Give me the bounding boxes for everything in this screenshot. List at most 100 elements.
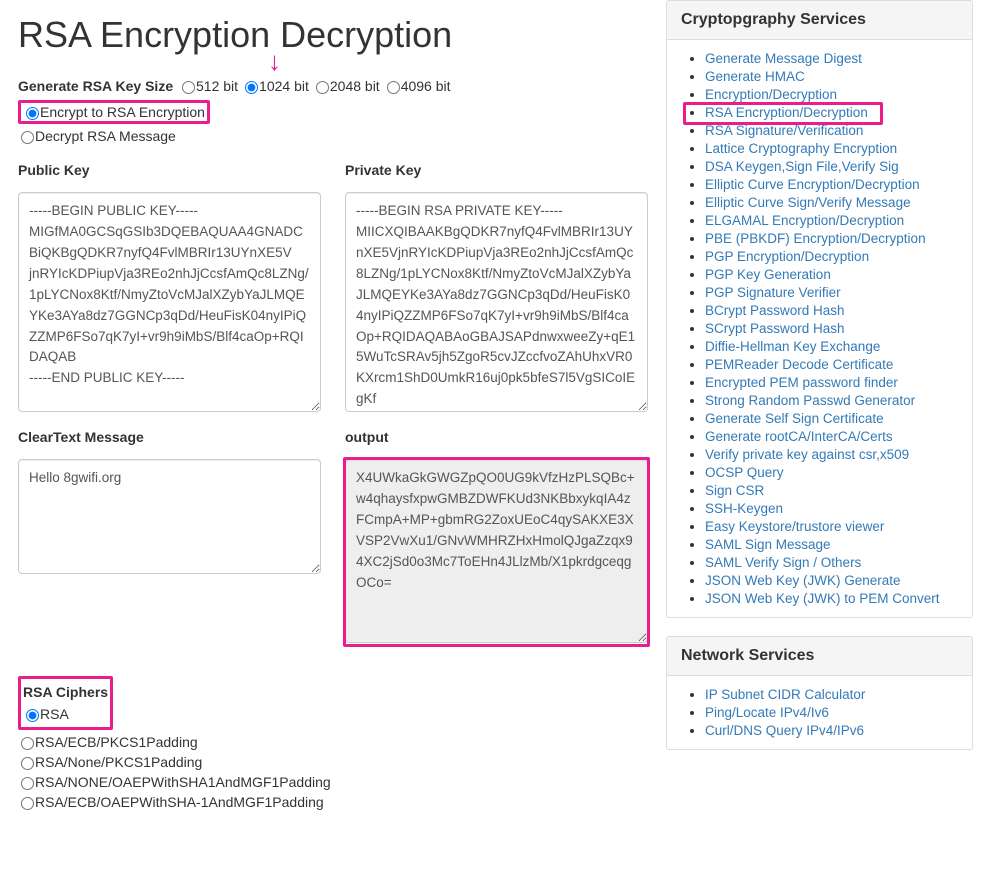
sidebar-link[interactable]: Easy Keystore/trustore viewer xyxy=(705,519,884,534)
sidebar-item: Curl/DNS Query IPv4/IPv6 xyxy=(705,723,972,738)
sidebar-item: Sign CSR xyxy=(705,483,972,498)
mode-radio-encrypt[interactable] xyxy=(26,107,39,120)
sidebar-link[interactable]: RSA Encryption/Decryption xyxy=(705,105,868,120)
sidebar-link[interactable]: Elliptic Curve Encryption/Decryption xyxy=(705,177,920,192)
sidebar-link[interactable]: Strong Random Passwd Generator xyxy=(705,393,915,408)
sidebar-item: Elliptic Curve Encryption/Decryption xyxy=(705,177,972,192)
cipher-radio-3[interactable] xyxy=(21,777,34,790)
cipher-radio-0[interactable] xyxy=(26,709,39,722)
sidebar-item: Generate Message Digest xyxy=(705,51,972,66)
sidebar-item: SAML Verify Sign / Others xyxy=(705,555,972,570)
sidebar-link[interactable]: SAML Sign Message xyxy=(705,537,831,552)
sidebar-link[interactable]: PGP Signature Verifier xyxy=(705,285,841,300)
sidebar-link[interactable]: Diffie-Hellman Key Exchange xyxy=(705,339,880,354)
cipher-radio-label: RSA/ECB/PKCS1Padding xyxy=(35,734,198,750)
sidebar-link[interactable]: JSON Web Key (JWK) Generate xyxy=(705,573,901,588)
sidebar-item: PEMReader Decode Certificate xyxy=(705,357,972,372)
rsa-ciphers-title: RSA Ciphers xyxy=(23,684,108,700)
sidebar-link[interactable]: OCSP Query xyxy=(705,465,784,480)
sidebar-item: PBE (PBKDF) Encryption/Decryption xyxy=(705,231,972,246)
private-key-textarea[interactable] xyxy=(345,192,648,412)
sidebar-link[interactable]: Ping/Locate IPv4/Iv6 xyxy=(705,705,829,720)
keysize-radio-label: 1024 bit xyxy=(259,78,309,94)
sidebar-item: RSA Signature/Verification xyxy=(705,123,972,138)
sidebar-link[interactable]: PGP Encryption/Decryption xyxy=(705,249,869,264)
sidebar-item: PGP Signature Verifier xyxy=(705,285,972,300)
sidebar-panel-title: Cryptopgraphy Services xyxy=(667,1,972,40)
sidebar-item: RSA Encryption/Decryption xyxy=(705,105,972,120)
sidebar-link[interactable]: RSA Signature/Verification xyxy=(705,123,863,138)
sidebar-item: SAML Sign Message xyxy=(705,537,972,552)
sidebar-panel: Network Services IP Subnet CIDR Calculato… xyxy=(666,636,973,750)
keysize-label: Generate RSA Key Size xyxy=(18,78,173,94)
sidebar-item: Lattice Cryptography Encryption xyxy=(705,141,972,156)
keysize-radio-512[interactable] xyxy=(182,81,195,94)
sidebar-item: Verify private key against csr,x509 xyxy=(705,447,972,462)
sidebar-link[interactable]: ELGAMAL Encryption/Decryption xyxy=(705,213,904,228)
cleartext-textarea[interactable] xyxy=(18,459,321,574)
sidebar-link[interactable]: Elliptic Curve Sign/Verify Message xyxy=(705,195,911,210)
sidebar-link[interactable]: Curl/DNS Query IPv4/IPv6 xyxy=(705,723,864,738)
sidebar-link[interactable]: Generate Self Sign Certificate xyxy=(705,411,884,426)
sidebar-item: Encryption/Decryption xyxy=(705,87,972,102)
sidebar-item: SCrypt Password Hash xyxy=(705,321,972,336)
keysize-radio-4096[interactable] xyxy=(387,81,400,94)
sidebar-link[interactable]: Encrypted PEM password finder xyxy=(705,375,898,390)
keysize-radio-1024[interactable] xyxy=(245,81,258,94)
cipher-radio-2[interactable] xyxy=(21,757,34,770)
keysize-radio-label: 512 bit xyxy=(196,78,238,94)
cipher-radio-label: RSA xyxy=(40,706,69,722)
sidebar-link[interactable]: IP Subnet CIDR Calculator xyxy=(705,687,865,702)
sidebar-item: ELGAMAL Encryption/Decryption xyxy=(705,213,972,228)
sidebar-item: DSA Keygen,Sign File,Verify Sig xyxy=(705,159,972,174)
cleartext-label: ClearText Message xyxy=(18,429,321,445)
sidebar-link[interactable]: PBE (PBKDF) Encryption/Decryption xyxy=(705,231,926,246)
sidebar-item: Easy Keystore/trustore viewer xyxy=(705,519,972,534)
mode-radio-decrypt[interactable] xyxy=(21,131,34,144)
sidebar-item: IP Subnet CIDR Calculator xyxy=(705,687,972,702)
sidebar-link[interactable]: Encryption/Decryption xyxy=(705,87,837,102)
rsa-ciphers-section: RSA Ciphers RSA RSA/ECB/PKCS1Padding RSA/… xyxy=(18,676,648,810)
sidebar-item: Generate rootCA/InterCA/Certs xyxy=(705,429,972,444)
public-key-label: Public Key xyxy=(18,162,321,178)
sidebar-item: Ping/Locate IPv4/Iv6 xyxy=(705,705,972,720)
keysize-radio-2048[interactable] xyxy=(316,81,329,94)
public-key-textarea[interactable] xyxy=(18,192,321,412)
mode-radio-label: Encrypt to RSA Encryption xyxy=(40,104,205,120)
sidebar-item: Generate Self Sign Certificate xyxy=(705,411,972,426)
cipher-radio-label: RSA/None/PKCS1Padding xyxy=(35,754,202,770)
sidebar-link[interactable]: Generate Message Digest xyxy=(705,51,862,66)
sidebar-item: Encrypted PEM password finder xyxy=(705,375,972,390)
sidebar-panel-title: Network Services xyxy=(667,637,972,676)
sidebar-link[interactable]: SCrypt Password Hash xyxy=(705,321,845,336)
keysize-radio-label: 4096 bit xyxy=(401,78,451,94)
cipher-radio-1[interactable] xyxy=(21,737,34,750)
sidebar-link[interactable]: PEMReader Decode Certificate xyxy=(705,357,893,372)
sidebar-link[interactable]: Sign CSR xyxy=(705,483,764,498)
sidebar-link[interactable]: SSH-Keygen xyxy=(705,501,783,516)
sidebar-link[interactable]: Generate HMAC xyxy=(705,69,805,84)
private-key-label: Private Key xyxy=(345,162,648,178)
sidebar-item: PGP Key Generation xyxy=(705,267,972,282)
sidebar-link[interactable]: DSA Keygen,Sign File,Verify Sig xyxy=(705,159,899,174)
cipher-radio-4[interactable] xyxy=(21,797,34,810)
sidebar-link[interactable]: PGP Key Generation xyxy=(705,267,831,282)
output-label: output xyxy=(345,429,648,445)
page-title: RSA Encryption Decryption xyxy=(18,14,648,56)
sidebar-link[interactable]: Generate rootCA/InterCA/Certs xyxy=(705,429,893,444)
output-textarea[interactable] xyxy=(345,459,648,643)
sidebar-item: Diffie-Hellman Key Exchange xyxy=(705,339,972,354)
sidebar-item: Generate HMAC xyxy=(705,69,972,84)
mode-radio-label: Decrypt RSA Message xyxy=(35,128,176,144)
keysize-radio-label: 2048 bit xyxy=(330,78,380,94)
sidebar-link[interactable]: Verify private key against csr,x509 xyxy=(705,447,909,462)
sidebar-item: Strong Random Passwd Generator xyxy=(705,393,972,408)
sidebar-link[interactable]: Lattice Cryptography Encryption xyxy=(705,141,897,156)
keysize-row: ↓ Generate RSA Key Size 512 bit1024 bit2… xyxy=(18,78,648,94)
cipher-radio-label: RSA/ECB/OAEPWithSHA-1AndMGF1Padding xyxy=(35,794,324,810)
sidebar-link[interactable]: JSON Web Key (JWK) to PEM Convert xyxy=(705,591,940,606)
sidebar-item: Elliptic Curve Sign/Verify Message xyxy=(705,195,972,210)
sidebar-item: PGP Encryption/Decryption xyxy=(705,249,972,264)
sidebar-link[interactable]: BCrypt Password Hash xyxy=(705,303,845,318)
sidebar-link[interactable]: SAML Verify Sign / Others xyxy=(705,555,861,570)
